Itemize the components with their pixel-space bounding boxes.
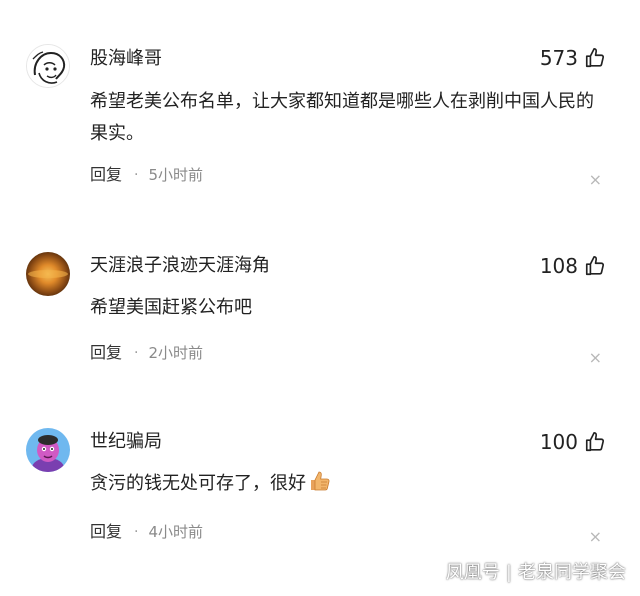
comment-meta: 回复 · 5小时前: [90, 164, 203, 186]
meta-separator: ·: [134, 524, 139, 540]
comment-text: 希望老美公布名单，让大家都知道都是哪些人在剥削中国人民的果实。: [90, 91, 594, 144]
like-count: 573: [539, 46, 578, 70]
like-count: 100: [539, 430, 578, 454]
comment-time: 5小时前: [148, 166, 204, 184]
watermark: 凤凰号 | 老泉同学聚会: [446, 562, 626, 584]
comment-time: 4小时前: [148, 523, 204, 541]
avatar[interactable]: [26, 44, 70, 88]
close-icon[interactable]: ×: [589, 529, 602, 545]
like-button[interactable]: 108: [540, 254, 606, 278]
comment-time: 2小时前: [148, 344, 204, 362]
like-button[interactable]: 100: [540, 430, 606, 454]
username[interactable]: 世纪骗局: [90, 430, 162, 454]
thumbs-up-icon: [585, 432, 605, 452]
thumbs-up-icon: [585, 48, 605, 68]
reply-button[interactable]: 回复: [90, 521, 122, 543]
close-icon[interactable]: ×: [589, 350, 602, 366]
sunset-avatar-icon: [26, 252, 70, 296]
comment-meta: 回复 · 4小时前: [90, 521, 203, 543]
thumbs-up-icon: [585, 256, 605, 276]
comment-text-content: 贪污的钱无处可存了，很好: [90, 473, 306, 494]
avatar[interactable]: [26, 252, 70, 296]
reply-button[interactable]: 回复: [90, 342, 122, 364]
avatar[interactable]: [26, 428, 70, 472]
like-button[interactable]: 573: [540, 46, 606, 70]
close-icon[interactable]: ×: [589, 172, 602, 188]
watermark-author: 老泉同学聚会: [518, 562, 626, 583]
like-count: 108: [539, 254, 578, 278]
watermark-separator: |: [505, 562, 512, 583]
meta-separator: ·: [134, 167, 139, 183]
thumbs-up-emoji-icon: [308, 469, 332, 504]
comment-text: 贪污的钱无处可存了，很好: [90, 468, 610, 504]
username[interactable]: 股海峰哥: [90, 47, 162, 71]
meta-separator: ·: [134, 345, 139, 361]
watermark-brand: 凤凰号: [445, 562, 500, 583]
username[interactable]: 天涯浪子浪迹天涯海角: [90, 254, 270, 278]
comment-meta: 回复 · 2小时前: [90, 342, 203, 364]
sketch-avatar-icon: [27, 45, 69, 87]
reply-button[interactable]: 回复: [90, 164, 122, 186]
comment-text: 希望美国赶紧公布吧: [90, 297, 252, 318]
cartoon-avatar-icon: [26, 428, 70, 472]
